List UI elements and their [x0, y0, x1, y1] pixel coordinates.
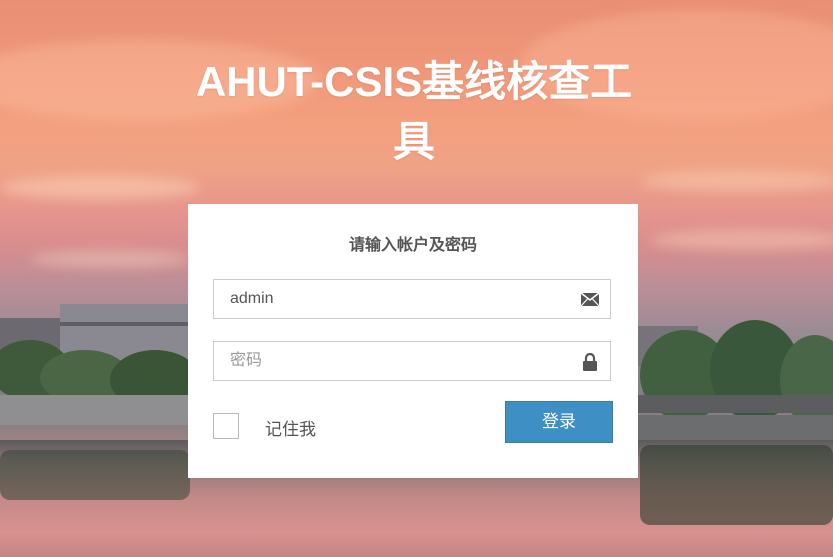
cloud	[30, 250, 190, 268]
bridge	[0, 395, 200, 425]
username-field[interactable]	[213, 279, 611, 319]
river-wall	[620, 415, 833, 443]
remember-me-checkbox[interactable]	[213, 413, 239, 439]
envelope-icon	[580, 290, 600, 308]
password-input[interactable]	[214, 342, 574, 380]
login-heading: 请输入帐户及密码	[348, 237, 477, 254]
app-title: AHUT-CSIS基线核查工具	[195, 58, 633, 165]
cloud	[0, 175, 200, 200]
water-reflection	[640, 445, 833, 525]
login-button[interactable]: 登录	[505, 401, 613, 443]
username-input[interactable]	[214, 280, 574, 318]
login-panel: 请输入帐户及密码 记住我 登录	[188, 204, 638, 478]
water-reflection	[0, 450, 190, 500]
cloud	[640, 170, 833, 192]
cloud	[650, 230, 833, 250]
remember-me-label: 记住我	[265, 420, 316, 439]
lock-icon	[580, 352, 600, 371]
password-field[interactable]	[213, 341, 611, 381]
building	[60, 322, 188, 326]
